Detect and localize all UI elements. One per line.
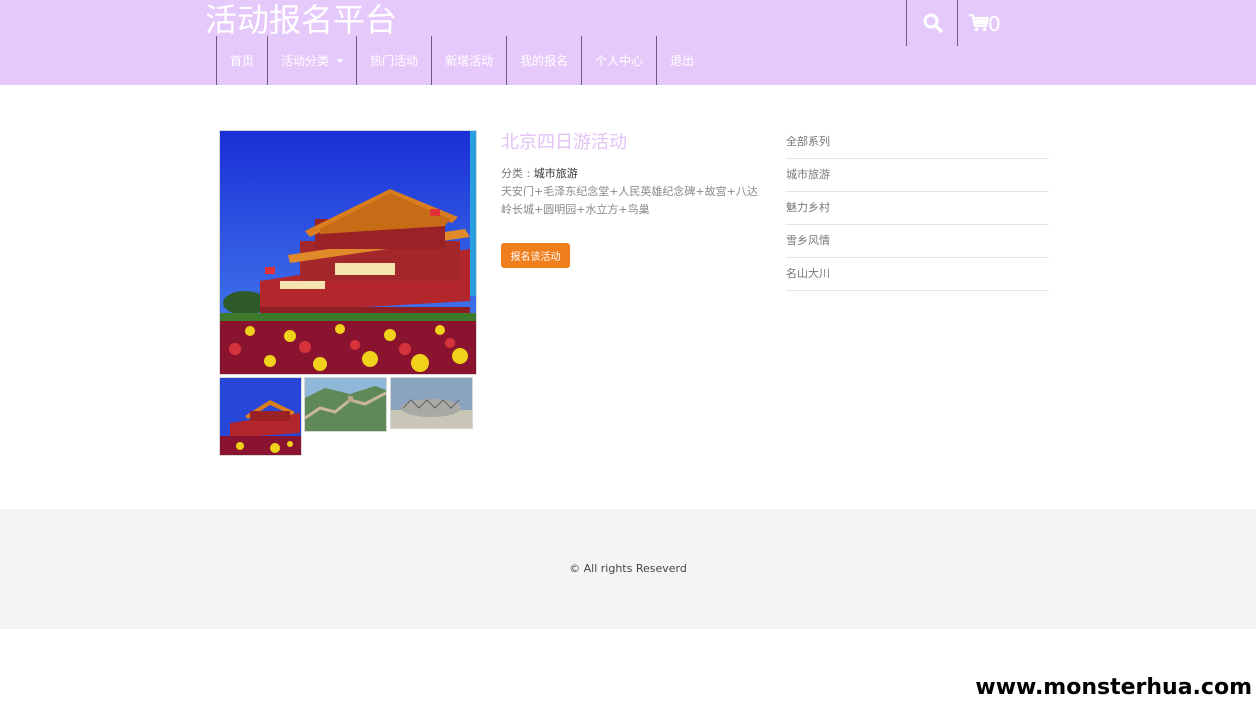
search-icon: [923, 13, 943, 33]
category-label: 分类 :: [501, 167, 531, 180]
sidebar-item-mountains-rivers[interactable]: 名山大川: [786, 258, 1049, 291]
sidebar-item-city-travel[interactable]: 城市旅游: [786, 159, 1049, 192]
caret-down-icon: [337, 58, 344, 63]
footer: © All rights Reseverd: [0, 509, 1256, 629]
nav-new-event-label: 新增活动: [445, 54, 494, 68]
copyright-text: © All rights Reseverd: [569, 562, 687, 575]
nav-profile[interactable]: 个人中心: [581, 36, 656, 85]
nav-logout[interactable]: 退出: [656, 36, 707, 85]
watermark: www.monsterhua.com: [975, 675, 1252, 700]
thumbnail-birds-nest[interactable]: [390, 377, 473, 429]
nav-hot-events-label: 热门活动: [370, 54, 419, 68]
cart-icon: [969, 14, 989, 32]
nav-profile-label: 个人中心: [595, 54, 644, 68]
category-sidebar: 全部系列 城市旅游 魅力乡村 雪乡风情 名山大川: [786, 126, 1049, 291]
event-description: 天安门+毛泽东纪念堂+人民英雄纪念碑+故宫+八达岭长城+圆明园+水立方+鸟巢: [501, 185, 758, 216]
header: 活动报名平台 0 首页 活动分类 热门活动 新增活动 我的报名 个人中心 退出: [0, 0, 1256, 85]
sidebar-item-countryside[interactable]: 魅力乡村: [786, 192, 1049, 225]
search-button[interactable]: [906, 0, 957, 46]
event-main-image: [219, 130, 477, 375]
event-category: 分类 : 城市旅游: [501, 165, 578, 181]
nav-hot-events[interactable]: 热门活动: [356, 36, 431, 85]
thumbnail-tiananmen[interactable]: [219, 377, 302, 456]
site-title[interactable]: 活动报名平台: [205, 0, 397, 40]
event-title: 北京四日游活动: [501, 132, 627, 153]
nav-categories-dropdown[interactable]: 活动分类: [267, 36, 356, 85]
nav-my-registrations-label: 我的报名: [520, 54, 569, 68]
thumbnail-great-wall[interactable]: [304, 377, 387, 432]
category-value[interactable]: 城市旅游: [534, 167, 578, 180]
nav-logout-label: 退出: [670, 54, 695, 68]
cart-button[interactable]: 0: [957, 0, 1018, 46]
sidebar-item-all[interactable]: 全部系列: [786, 126, 1049, 159]
main-nav: 首页 活动分类 热门活动 新增活动 我的报名 个人中心 退出: [216, 36, 707, 85]
nav-new-event[interactable]: 新增活动: [431, 36, 506, 85]
nav-home[interactable]: 首页: [216, 36, 267, 85]
signup-button[interactable]: 报名该活动: [501, 243, 570, 268]
nav-my-registrations[interactable]: 我的报名: [506, 36, 581, 85]
nav-categories-label: 活动分类: [281, 54, 330, 68]
cart-count: 0: [988, 12, 1001, 36]
sidebar-item-snow-village[interactable]: 雪乡风情: [786, 225, 1049, 258]
nav-home-label: 首页: [230, 54, 255, 68]
